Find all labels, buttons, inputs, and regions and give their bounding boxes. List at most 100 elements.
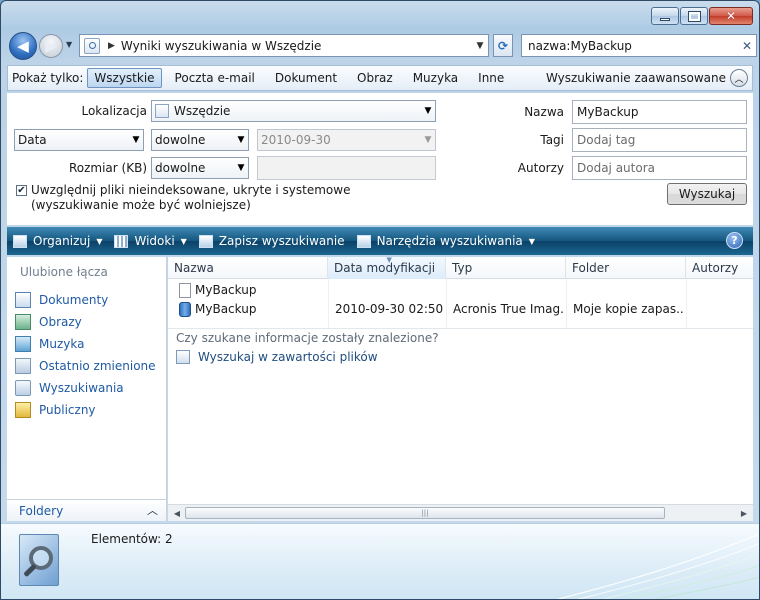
favorite-link-public[interactable]: Publiczny bbox=[15, 399, 156, 421]
address-text[interactable]: Wyniki wyszukiwania w Wszędzie bbox=[121, 39, 472, 53]
include-nonindexed-label[interactable]: Uwzględnij pliki nieindeksowane, ukryte … bbox=[31, 183, 441, 213]
favorite-links-title: Ulubione łącza bbox=[20, 265, 108, 279]
search-file-contents-label: Wyszukaj w zawartości plików bbox=[198, 350, 378, 364]
filter-all-button[interactable]: Wszystkie bbox=[87, 68, 162, 88]
file-name: MyBackup bbox=[195, 302, 257, 316]
file-type: Acronis True Imag... bbox=[453, 302, 563, 316]
breadcrumb-separator-icon[interactable]: ▶ bbox=[108, 41, 115, 51]
file-row[interactable]: MyBackup bbox=[168, 281, 753, 301]
clear-search-icon[interactable]: ✕ bbox=[738, 39, 756, 53]
favorite-link-recent[interactable]: Ostatnio zmienione bbox=[15, 355, 156, 377]
close-icon: ✕ bbox=[725, 9, 737, 23]
organize-menu[interactable]: Organizuj ▼ bbox=[13, 234, 102, 248]
advanced-search-link[interactable]: Wyszukiwanie zaawansowane bbox=[546, 71, 726, 85]
column-header-name[interactable]: Nazwa bbox=[168, 257, 328, 279]
searches-icon bbox=[15, 380, 31, 396]
favorite-link-documents[interactable]: Dokumenty bbox=[15, 289, 156, 311]
decorative-streak bbox=[556, 533, 759, 599]
location-select[interactable]: Wszędzie ▼ bbox=[151, 100, 436, 122]
explorer-window: ✕ ◀ ▶ ▼ ▶ Wyniki wyszukiwania w Wszędzie… bbox=[0, 0, 760, 600]
chevron-down-icon: ▼ bbox=[424, 135, 432, 145]
grip-icon: ||| bbox=[421, 509, 429, 517]
filter-document-button[interactable]: Dokument bbox=[268, 68, 344, 88]
search-location-icon bbox=[155, 104, 169, 118]
forward-button[interactable]: ▶ bbox=[39, 34, 63, 58]
favorite-link-label: Muzyka bbox=[39, 337, 85, 351]
name-field[interactable]: MyBackup bbox=[572, 100, 747, 124]
favorite-link-label: Obrazy bbox=[39, 315, 82, 329]
checkmark-icon: ✔ bbox=[17, 185, 26, 196]
help-icon[interactable]: ? bbox=[726, 232, 743, 249]
folders-label: Foldery bbox=[19, 503, 64, 518]
refresh-icon: ⟳ bbox=[497, 38, 509, 53]
address-bar[interactable]: ▶ Wyniki wyszukiwania w Wszędzie ▼ bbox=[79, 34, 489, 57]
maximize-icon bbox=[687, 10, 701, 22]
save-search-label: Zapisz wyszukiwanie bbox=[218, 234, 345, 248]
folders-toggle[interactable]: Foldery ︿ bbox=[7, 499, 166, 521]
backup-archive-icon bbox=[179, 302, 191, 317]
column-header-type[interactable]: Typ bbox=[446, 257, 566, 279]
pictures-icon bbox=[15, 314, 31, 330]
chevron-down-icon: ▼ bbox=[424, 106, 432, 116]
filter-picture-button[interactable]: Obraz bbox=[350, 68, 400, 88]
scrollbar-thumb[interactable]: ||| bbox=[185, 507, 665, 519]
size-qualifier-select[interactable]: dowolne ▼ bbox=[151, 157, 249, 179]
favorite-link-label: Dokumenty bbox=[39, 293, 109, 307]
horizontal-scrollbar[interactable]: ◀ ||| ▶ bbox=[168, 504, 753, 521]
favorite-link-searches[interactable]: Wyszukiwania bbox=[15, 377, 156, 399]
filter-music-button[interactable]: Muzyka bbox=[406, 68, 465, 88]
search-tools-menu[interactable]: Narzędzia wyszukiwania ▼ bbox=[356, 234, 535, 248]
command-bar: Organizuj ▼ Widoki ▼ Zapisz wyszukiwanie… bbox=[7, 227, 753, 255]
chevron-down-icon: ▼ bbox=[528, 236, 535, 246]
refresh-button[interactable]: ⟳ bbox=[493, 34, 513, 57]
tags-field[interactable]: Dodaj tag bbox=[572, 128, 747, 152]
authors-label: Autorzy bbox=[517, 161, 564, 175]
search-button[interactable]: Wyszukaj bbox=[667, 183, 747, 205]
recent-pages-dropdown[interactable]: ▼ bbox=[66, 40, 72, 49]
views-icon bbox=[114, 234, 129, 248]
date-qualifier-value: dowolne bbox=[155, 133, 206, 147]
documents-icon bbox=[15, 292, 31, 308]
favorite-links-list: Dokumenty Obrazy Muzyka Ostatnio zmienio… bbox=[15, 289, 156, 421]
minimize-button[interactable] bbox=[651, 7, 679, 25]
favorite-link-pictures[interactable]: Obrazy bbox=[15, 311, 156, 333]
search-box[interactable]: nazwa:MyBackup ✕ bbox=[521, 34, 757, 57]
location-label: Lokalizacja bbox=[81, 104, 147, 118]
save-search-button[interactable]: Zapisz wyszukiwanie bbox=[198, 234, 345, 248]
size-qualifier-value: dowolne bbox=[155, 161, 206, 175]
column-header-authors[interactable]: Autorzy bbox=[686, 257, 753, 279]
search-input[interactable]: nazwa:MyBackup bbox=[528, 39, 738, 53]
save-search-icon bbox=[198, 234, 213, 248]
collapse-chevron-icon[interactable]: ︿ bbox=[730, 69, 748, 87]
favorite-link-music[interactable]: Muzyka bbox=[15, 333, 156, 355]
search-file-contents-link[interactable]: Wyszukaj w zawartości plików bbox=[176, 350, 378, 364]
column-header-date-modified[interactable]: ▼ Data modyfikacji bbox=[328, 256, 446, 279]
date-value-picker[interactable]: 2010-09-30 ▼ bbox=[257, 129, 436, 151]
maximize-button[interactable] bbox=[680, 7, 708, 25]
file-row[interactable]: MyBackup 2010-09-30 02:50 Acronis True I… bbox=[168, 300, 753, 320]
date-value: 2010-09-30 bbox=[261, 133, 331, 147]
chevron-up-icon: ︿ bbox=[147, 504, 158, 517]
scroll-left-icon[interactable]: ◀ bbox=[170, 507, 184, 519]
search-results-icon bbox=[84, 37, 100, 54]
minimize-icon bbox=[660, 17, 670, 21]
views-menu[interactable]: Widoki ▼ bbox=[114, 234, 187, 248]
date-field-select[interactable]: Data ▼ bbox=[14, 129, 144, 151]
scroll-right-icon[interactable]: ▶ bbox=[737, 507, 751, 519]
filter-other-button[interactable]: Inne bbox=[471, 68, 511, 88]
filter-email-button[interactable]: Poczta e-mail bbox=[168, 68, 262, 88]
include-nonindexed-checkbox[interactable]: ✔ bbox=[16, 185, 27, 196]
advanced-search-pane: Lokalizacja Wszędzie ▼ Data ▼ dowolne ▼ … bbox=[7, 93, 753, 225]
column-header-folder[interactable]: Folder bbox=[566, 257, 686, 279]
views-label: Widoki bbox=[134, 234, 175, 248]
organize-label: Organizuj bbox=[33, 234, 91, 248]
address-dropdown-button[interactable]: ▼ bbox=[472, 41, 488, 51]
tags-label: Tagi bbox=[540, 133, 564, 147]
back-button[interactable]: ◀ bbox=[9, 32, 37, 60]
authors-field[interactable]: Dodaj autora bbox=[572, 156, 747, 180]
chevron-down-icon: ▼ bbox=[237, 163, 245, 173]
size-value-input[interactable] bbox=[257, 156, 436, 180]
date-qualifier-select[interactable]: dowolne ▼ bbox=[151, 129, 249, 151]
filter-bar: Pokaż tylko: Wszystkie Poczta e-mail Dok… bbox=[7, 65, 753, 91]
close-button[interactable]: ✕ bbox=[709, 7, 753, 25]
